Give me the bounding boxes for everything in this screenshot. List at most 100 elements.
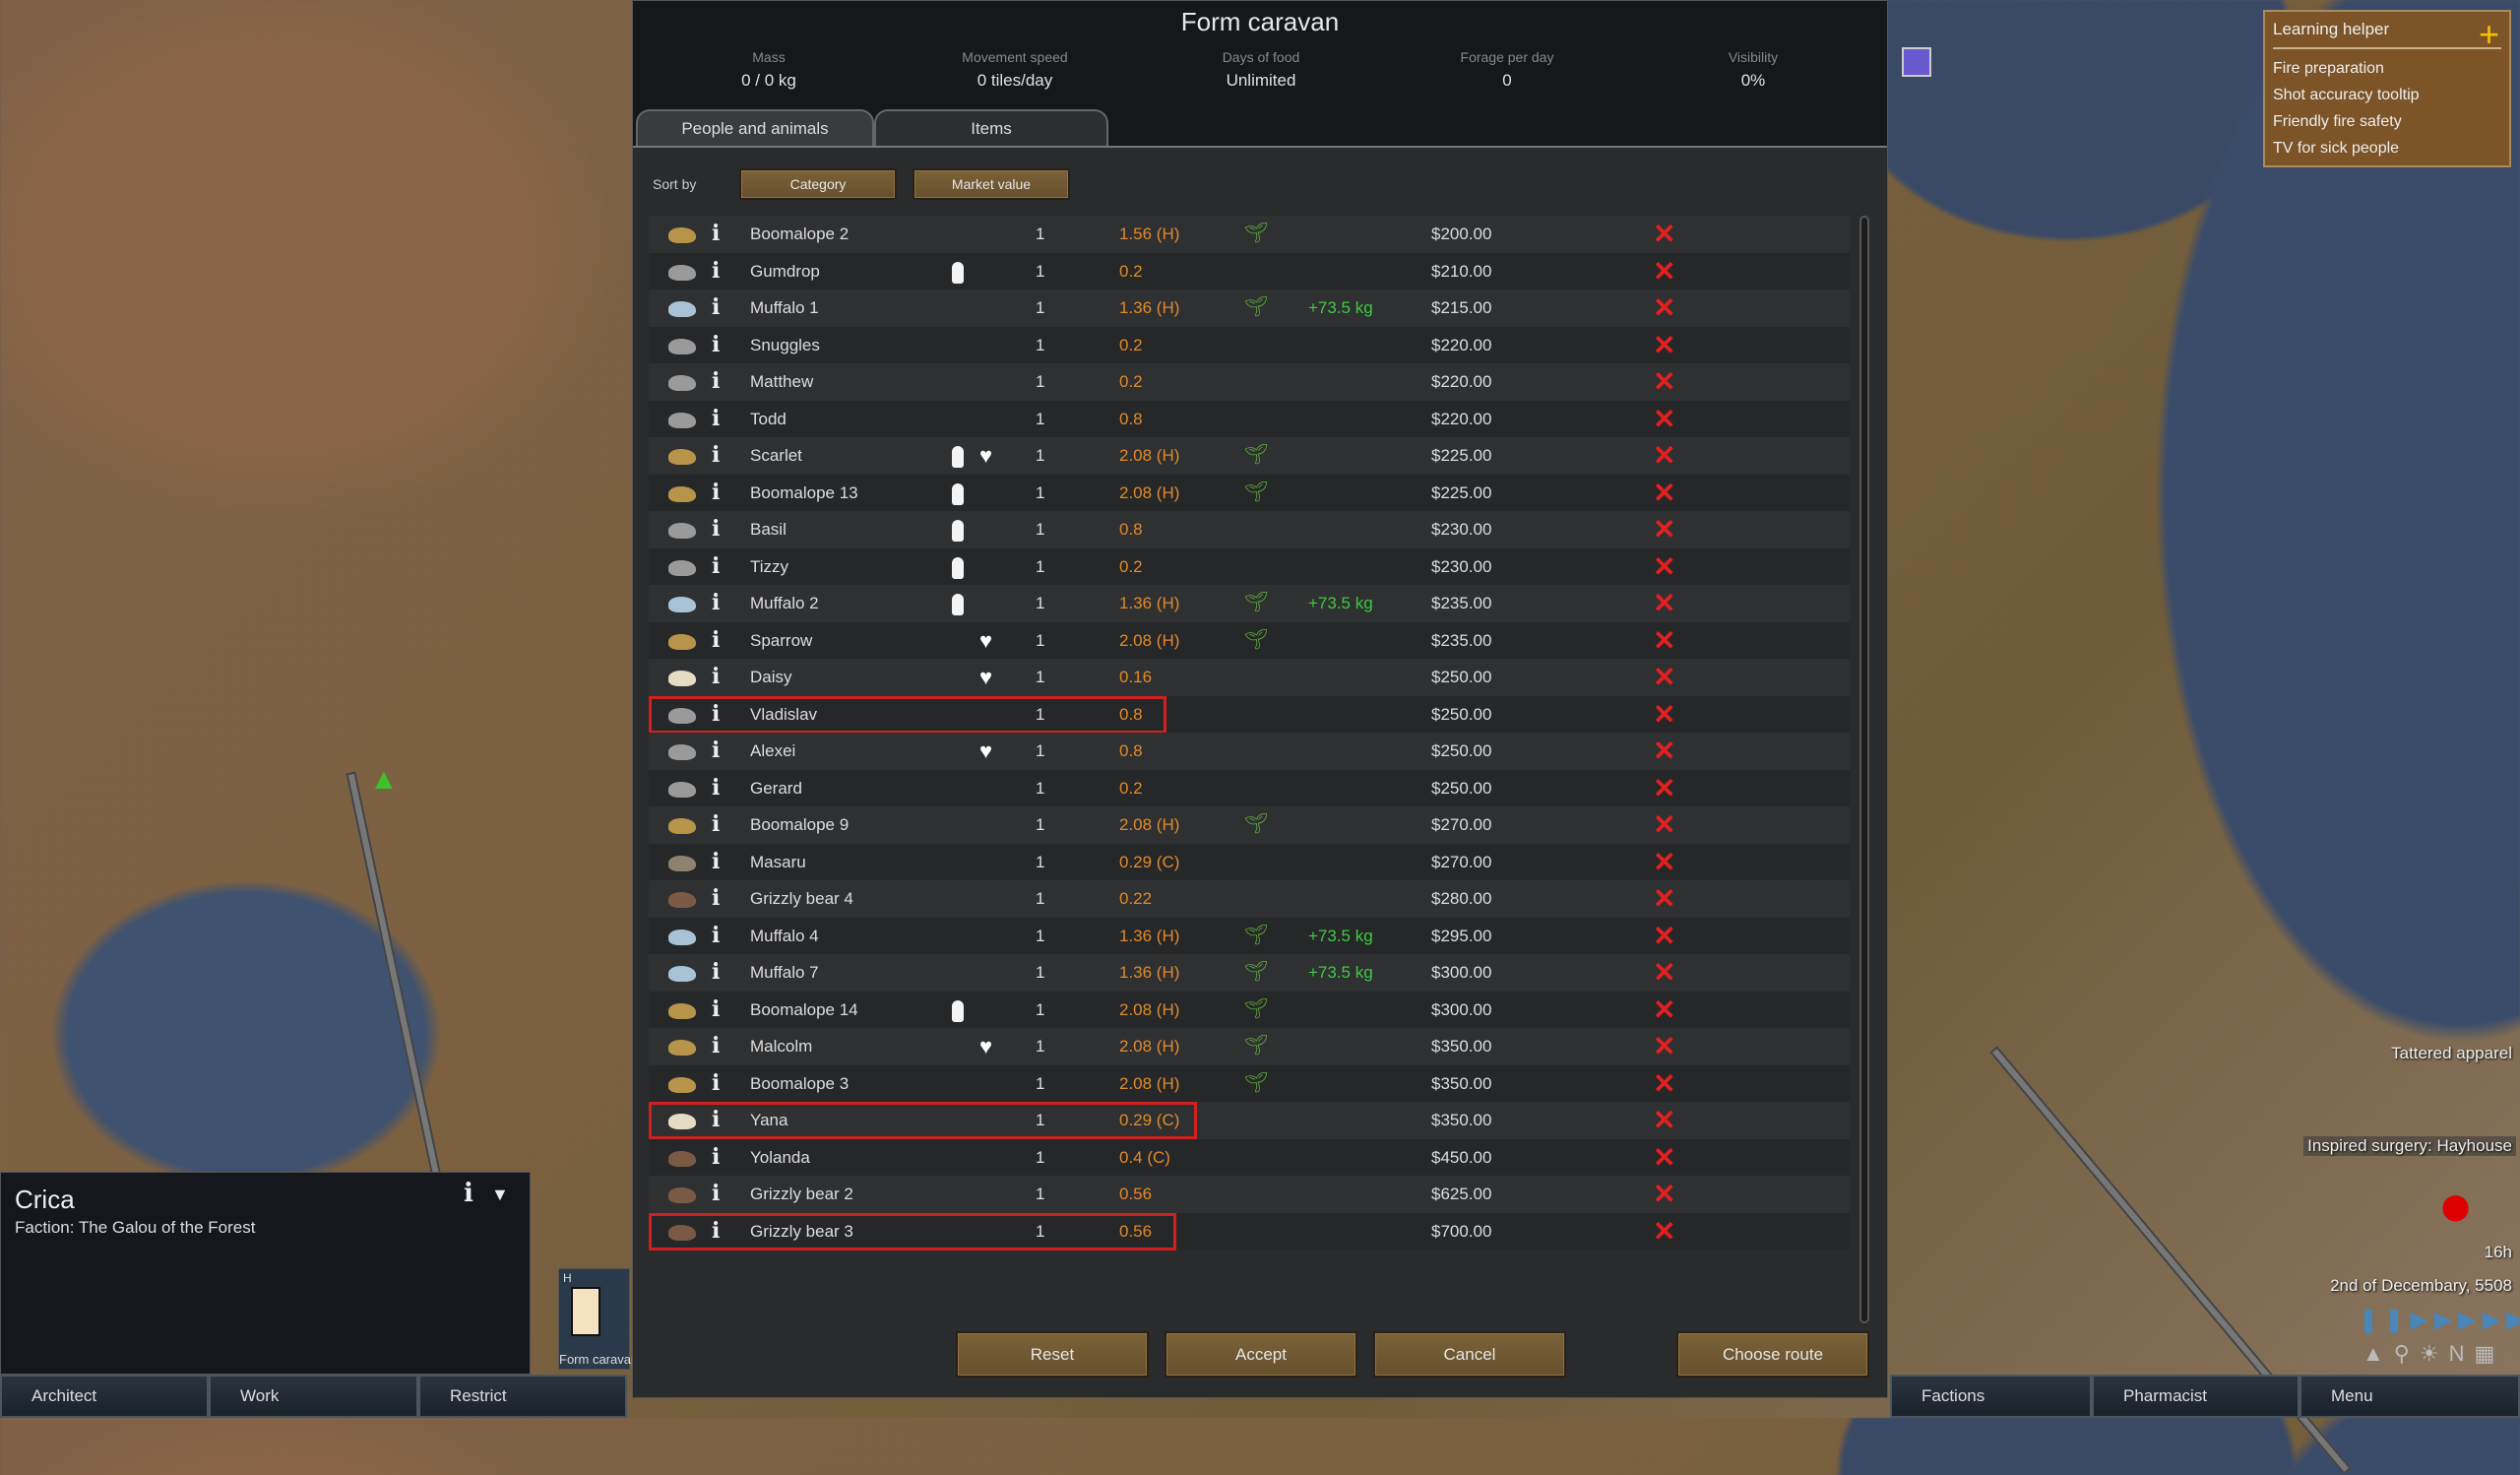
info-icon[interactable]: i [712, 622, 720, 660]
table-row[interactable]: i Yana 1 0.29 (C) $350.00 ✕ [649, 1102, 1850, 1139]
tab-people-and-animals[interactable]: People and animals [636, 109, 874, 147]
table-row[interactable]: i Gumdrop 1 0.2 $210.00 ✕ [649, 252, 1850, 290]
table-row[interactable]: i Muffalo 2 1 1.36 (H) 🌱︎ +73.5 kg $235.00 ✕ [649, 585, 1850, 622]
remove-x-icon[interactable]: ✕ [1653, 289, 1675, 327]
info-icon[interactable]: i [712, 1139, 720, 1177]
info-icon[interactable]: i [712, 1028, 720, 1065]
scrollbar[interactable] [1859, 216, 1869, 1323]
caravan-marker-icon[interactable]: ▲ [369, 763, 399, 797]
remove-x-icon[interactable]: ✕ [1653, 1139, 1675, 1177]
info-icon[interactable]: i [712, 770, 720, 807]
alert-inspired-surgery[interactable]: Inspired surgery: Hayhouse [2303, 1136, 2516, 1156]
reset-button[interactable]: Reset [956, 1331, 1149, 1378]
table-row[interactable]: i Boomalope 3 1 2.08 (H) 🌱︎ $350.00 ✕ [649, 1064, 1850, 1103]
remove-x-icon[interactable]: ✕ [1653, 806, 1675, 844]
cancel-button[interactable]: Cancel [1373, 1331, 1566, 1378]
table-row[interactable]: i Sparrow ♥ 1 2.08 (H) 🌱︎ $235.00 ✕ [649, 621, 1850, 660]
superfast-icon[interactable]: ▶▶▶ [2483, 1307, 2520, 1333]
tab-restrict[interactable]: Restrict [418, 1375, 627, 1418]
remove-x-icon[interactable]: ✕ [1653, 622, 1675, 660]
info-icon[interactable]: i [712, 475, 720, 512]
remove-x-icon[interactable]: ✕ [1653, 880, 1675, 918]
settlement-icon[interactable] [1902, 47, 1931, 77]
table-row[interactable]: i Daisy ♥ 1 0.16 $250.00 ✕ [649, 659, 1850, 696]
remove-x-icon[interactable]: ✕ [1653, 253, 1675, 290]
info-icon[interactable]: i [712, 918, 720, 955]
info-icon[interactable]: i [712, 363, 720, 401]
remove-x-icon[interactable]: ✕ [1653, 844, 1675, 881]
remove-x-icon[interactable]: ✕ [1653, 401, 1675, 438]
table-row[interactable]: i Grizzly bear 31 0.56 $700.00 ✕ [649, 1212, 1850, 1251]
table-row[interactable]: i Tizzy 1 0.2 $230.00 ✕ [649, 547, 1850, 586]
info-icon[interactable]: i [712, 437, 720, 475]
table-row[interactable]: i Scarlet ♥ 1 2.08 (H) 🌱︎ $225.00 ✕ [649, 437, 1850, 475]
tab-work[interactable]: Work [209, 1375, 418, 1418]
pause-icon[interactable]: ❚❚ [2359, 1307, 2410, 1333]
remove-x-icon[interactable]: ✕ [1653, 918, 1675, 955]
info-icon[interactable]: i [712, 253, 720, 290]
learning-item[interactable]: Friendly fire safety [2273, 108, 2501, 135]
remove-x-icon[interactable]: ✕ [1653, 1028, 1675, 1065]
info-icon[interactable]: i [712, 806, 720, 844]
info-icon[interactable]: i [712, 1176, 720, 1213]
info-icon[interactable]: i [712, 511, 720, 548]
info-icon[interactable]: i [712, 548, 720, 586]
play-icon[interactable]: ▶ [2410, 1307, 2433, 1333]
info-icon[interactable]: i [712, 1065, 720, 1103]
plus-icon[interactable]: + [2479, 14, 2499, 55]
table-row[interactable]: i Todd 1 0.8 $220.00 ✕ [649, 400, 1850, 438]
info-icon[interactable]: i [712, 401, 720, 438]
sort-market-value-button[interactable]: Market value [913, 168, 1070, 200]
tab-architect[interactable]: Architect [0, 1375, 209, 1418]
info-icon[interactable]: i [712, 216, 720, 253]
search-toggle-icon[interactable]: ⚲ [2394, 1341, 2420, 1366]
grid-toggle-icon[interactable]: ▦ [2475, 1341, 2505, 1366]
remove-x-icon[interactable]: ✕ [1653, 585, 1675, 622]
remove-x-icon[interactable]: ✕ [1653, 437, 1675, 475]
learning-item[interactable]: Shot accuracy tooltip [2273, 82, 2501, 108]
remove-x-icon[interactable]: ✕ [1653, 1102, 1675, 1139]
sort-category-button[interactable]: Category [739, 168, 897, 200]
choose-route-button[interactable]: Choose route [1676, 1331, 1869, 1378]
remove-x-icon[interactable]: ✕ [1653, 1065, 1675, 1103]
accept-button[interactable]: Accept [1165, 1331, 1357, 1378]
tab-pharmacist[interactable]: Pharmacist [2092, 1375, 2300, 1418]
table-row[interactable]: i Malcolm ♥ 1 2.08 (H) 🌱︎ $350.00 ✕ [649, 1028, 1850, 1065]
remove-x-icon[interactable]: ✕ [1653, 696, 1675, 734]
info-icon[interactable]: i [712, 992, 720, 1029]
learning-item[interactable]: Fire preparation [2273, 55, 2501, 82]
info-icon[interactable]: i [712, 733, 720, 770]
remove-x-icon[interactable]: ✕ [1653, 1176, 1675, 1213]
remove-x-icon[interactable]: ✕ [1653, 954, 1675, 992]
remove-x-icon[interactable]: ✕ [1653, 363, 1675, 401]
table-row[interactable]: i Boomalope 9 1 2.08 (H) 🌱︎ $270.00 ✕ [649, 806, 1850, 844]
table-row[interactable]: i Gerard 1 0.2 $250.00 ✕ [649, 769, 1850, 807]
remove-x-icon[interactable]: ✕ [1653, 733, 1675, 770]
form-caravan-gizmo[interactable]: H Form caravan [558, 1268, 638, 1370]
light-toggle-icon[interactable]: ☀ [2420, 1341, 2449, 1366]
info-icon[interactable]: i [712, 954, 720, 992]
compass-toggle-icon[interactable]: N [2449, 1341, 2475, 1366]
info-icon[interactable]: i [712, 659, 720, 696]
table-row[interactable]: i Snuggles 1 0.2 $220.00 ✕ [649, 326, 1850, 364]
learning-item[interactable]: TV for sick people [2273, 135, 2501, 161]
table-row[interactable]: i Boomalope 2 1 1.56 (H) 🌱︎ $200.00 ✕ [649, 216, 1850, 253]
tab-items[interactable]: Items [874, 109, 1108, 147]
table-row[interactable]: i Grizzly bear 4 1 0.22 $280.00 ✕ [649, 880, 1850, 918]
table-row[interactable]: i Muffalo 7 1 1.36 (H) 🌱︎ +73.5 kg $300.00 ✕ [649, 954, 1850, 992]
fast-forward-icon[interactable]: ▶▶ [2434, 1307, 2483, 1333]
info-icon[interactable]: i [464, 1179, 473, 1208]
info-icon[interactable]: i [712, 289, 720, 327]
table-row[interactable]: i Vladislav 1 0.8 $250.00 ✕ [649, 695, 1850, 734]
remove-x-icon[interactable]: ✕ [1653, 216, 1675, 253]
info-icon[interactable]: i [712, 844, 720, 881]
remove-x-icon[interactable]: ✕ [1653, 327, 1675, 364]
info-icon[interactable]: i [712, 880, 720, 918]
table-row[interactable]: i Grizzly bear 2 1 0.56 $625.00 ✕ [649, 1176, 1850, 1213]
remove-x-icon[interactable]: ✕ [1653, 770, 1675, 807]
remove-x-icon[interactable]: ✕ [1653, 1213, 1675, 1251]
remove-x-icon[interactable]: ✕ [1653, 992, 1675, 1029]
remove-x-icon[interactable]: ✕ [1653, 548, 1675, 586]
table-row[interactable]: i Alexei ♥ 1 0.8 $250.00 ✕ [649, 733, 1850, 770]
info-icon[interactable]: i [712, 585, 720, 622]
